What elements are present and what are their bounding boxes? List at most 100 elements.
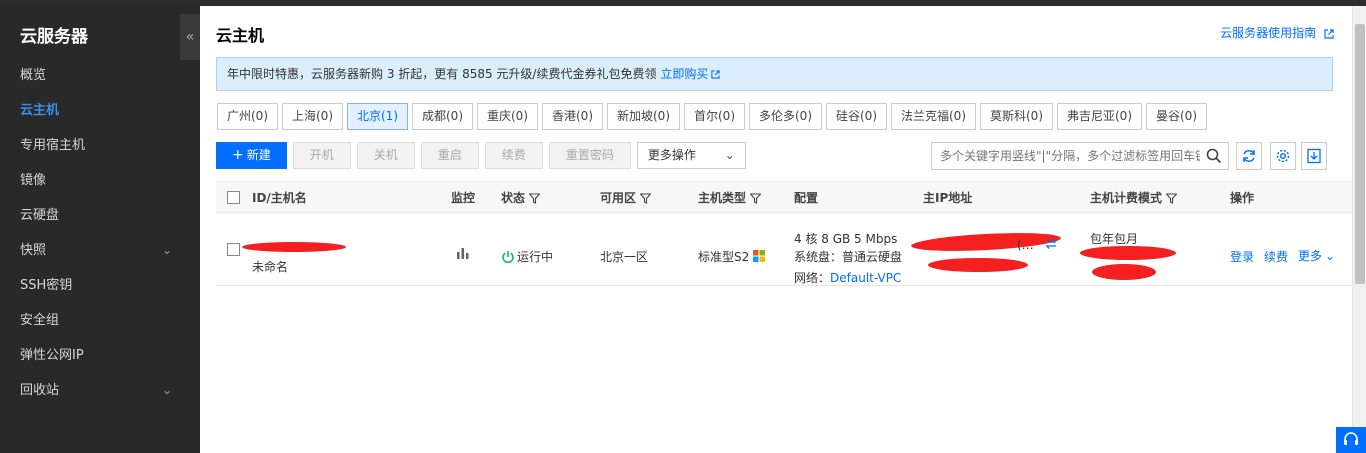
usage-guide-label: 云服务器使用指南 [1220, 26, 1317, 40]
sidebar-item-snapshots[interactable]: 快照 ⌄ [0, 233, 200, 268]
type-text: 标准型S2 [698, 250, 750, 264]
sidebar-item-elastic-ip[interactable]: 弹性公网IP [0, 338, 200, 373]
sidebar-item-label: 安全组 [20, 313, 60, 328]
filter-icon [640, 193, 652, 204]
refresh-icon [1243, 150, 1255, 162]
network-label: 网络： [794, 271, 831, 285]
sidebar-item-instances[interactable]: 云主机 [0, 93, 200, 128]
headset-icon [1344, 432, 1358, 445]
col-billing[interactable]: 主机计费模式 [1090, 182, 1178, 214]
sidebar-item-label: 弹性公网IP [20, 348, 84, 363]
vpc-link[interactable]: Default-VPC [830, 271, 901, 285]
chevron-down-icon: ⌄ [1325, 249, 1336, 263]
filter-icon [529, 193, 541, 204]
sidebar-item-recycle-bin[interactable]: 回收站 ⌄ [0, 373, 200, 408]
col-config: 配置 [794, 191, 819, 205]
col-zone[interactable]: 可用区 [600, 182, 652, 214]
col-zone-label: 可用区 [600, 191, 637, 205]
chevron-down-icon: ⌄ [161, 383, 172, 397]
region-tab[interactable]: 重庆(0) [477, 103, 538, 130]
search-icon[interactable] [1206, 148, 1222, 164]
buy-now-label: 立即购买 [660, 67, 709, 81]
sidebar-item-security-groups[interactable]: 安全组 [0, 303, 200, 338]
instance-name[interactable]: 未命名 [252, 258, 288, 275]
sidebar-item-disks[interactable]: 云硬盘 [0, 198, 200, 233]
renew-button[interactable]: 续费 [484, 142, 543, 169]
table-header: ID/主机名 监控 状态 可用区 主机类型 配置 主IP地址 主机计费模式 操作 [216, 181, 1352, 213]
table-row: 未命名 运行中 北京一区 标准型S2 4 核 8 GB 5 Mbps 系统盘：普… [216, 214, 1352, 286]
renew-link[interactable]: 续费 [1264, 248, 1288, 265]
redaction-mark [242, 242, 346, 252]
sidebar-item-label: 云硬盘 [20, 208, 60, 223]
stop-button[interactable]: 关机 [356, 142, 415, 169]
sidebar-item-label: 快照 [20, 243, 47, 258]
col-status[interactable]: 状态 [501, 182, 541, 214]
login-link[interactable]: 登录 [1230, 248, 1254, 265]
settings-button[interactable] [1270, 142, 1296, 170]
swap-icon[interactable] [1044, 238, 1058, 250]
region-tab[interactable]: 硅谷(0) [826, 103, 887, 130]
power-icon [502, 251, 514, 264]
start-button[interactable]: 开机 [292, 142, 351, 169]
new-instance-button[interactable]: + 新建 [216, 142, 287, 169]
col-ops: 操作 [1230, 191, 1255, 205]
region-tab[interactable]: 新加坡(0) [607, 103, 680, 130]
search-input[interactable] [932, 143, 1200, 169]
col-type[interactable]: 主机类型 [698, 182, 762, 214]
download-icon [1307, 148, 1321, 164]
redaction-mark [1092, 264, 1156, 280]
buy-now-link[interactable]: 立即购买 [660, 67, 720, 81]
region-tab[interactable]: 广州(0) [217, 103, 278, 130]
vertical-scrollbar[interactable] [1352, 6, 1366, 453]
sidebar-item-dedicated-host[interactable]: 专用宿主机 [0, 128, 200, 163]
support-button[interactable] [1336, 427, 1366, 453]
sidebar: 云服务器 « 概览 云主机 专用宿主机 镜像 云硬盘 快照 ⌄ SSH密钥 安全组… [0, 6, 200, 453]
search-box [931, 142, 1229, 170]
sidebar-title: 云服务器 [20, 27, 88, 47]
sidebar-item-ssh-keys[interactable]: SSH密钥 [0, 268, 200, 303]
type-cell: 标准型S2 [698, 248, 766, 265]
config-line-1: 4 核 8 GB 5 Mbps [794, 232, 898, 246]
more-ops-link[interactable]: 更多 ⌄ [1298, 247, 1335, 264]
region-tab[interactable]: 北京(1) [347, 103, 408, 130]
sidebar-item-label: 云主机 [20, 103, 60, 118]
download-button[interactable] [1301, 142, 1327, 170]
sidebar-collapse-button[interactable]: « [180, 14, 200, 60]
reset-password-button[interactable]: 重置密码 [548, 142, 631, 169]
usage-guide-link[interactable]: 云服务器使用指南 [1220, 24, 1334, 41]
sidebar-item-overview[interactable]: 概览 [0, 58, 200, 93]
billing-cell: 包年包月 [1090, 232, 1139, 246]
col-type-label: 主机类型 [698, 191, 747, 205]
filter-icon [750, 193, 762, 204]
filter-icon [1166, 193, 1178, 204]
region-tab[interactable]: 曼谷(0) [1146, 103, 1207, 130]
select-all-checkbox[interactable] [227, 191, 240, 204]
region-tab[interactable]: 法兰克福(0) [891, 103, 976, 130]
row-checkbox[interactable] [227, 243, 240, 256]
region-tab[interactable]: 上海(0) [282, 103, 343, 130]
region-tab[interactable]: 首尔(0) [684, 103, 745, 130]
config-line-2: 系统盘：普通云硬盘 [794, 250, 903, 264]
region-tab[interactable]: 弗吉尼亚(0) [1057, 103, 1142, 130]
main-content: 云主机 云服务器使用指南 年中限时特惠，云服务器新购 3 折起，更有 8585 … [200, 6, 1352, 453]
sidebar-item-label: 概览 [20, 68, 47, 83]
col-billing-label: 主机计费模式 [1090, 191, 1163, 205]
col-status-label: 状态 [501, 191, 526, 205]
more-operations-select[interactable]: 更多操作 ⌄ [636, 142, 746, 169]
region-tab[interactable]: 成都(0) [412, 103, 473, 130]
windows-icon [753, 250, 766, 262]
monitor-chart-icon[interactable] [456, 247, 470, 259]
refresh-button[interactable] [1236, 142, 1262, 170]
sidebar-item-label: 回收站 [20, 383, 60, 398]
restart-button[interactable]: 重启 [420, 142, 479, 169]
col-monitor: 监控 [451, 191, 476, 205]
region-tab[interactable]: 香港(0) [542, 103, 603, 130]
region-tab[interactable]: 莫斯科(0) [980, 103, 1053, 130]
col-ip: 主IP地址 [923, 191, 973, 205]
status-cell: 运行中 [501, 248, 553, 265]
sidebar-item-label: 镜像 [20, 173, 47, 188]
scrollbar-thumb[interactable] [1355, 24, 1365, 284]
sidebar-item-images[interactable]: 镜像 [0, 163, 200, 198]
zone-cell: 北京一区 [600, 250, 649, 264]
region-tab[interactable]: 多伦多(0) [749, 103, 822, 130]
